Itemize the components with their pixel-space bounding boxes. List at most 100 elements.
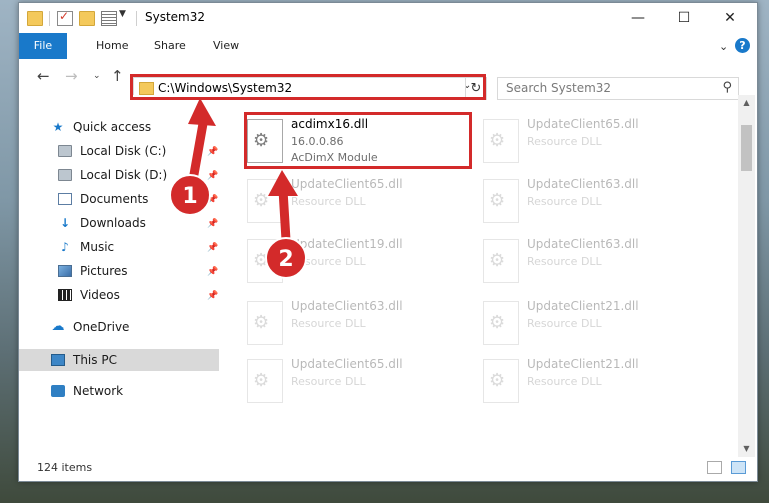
file-description: Resource DLL xyxy=(291,195,366,208)
tab-view[interactable]: View xyxy=(213,33,239,59)
chevron-down-icon[interactable]: ⌄ xyxy=(719,40,728,53)
sidebar-item-label: Downloads xyxy=(80,216,146,230)
file-description: Resource DLL xyxy=(527,375,602,388)
pin-icon: 📌 xyxy=(207,195,219,205)
cloud-icon: ☁ xyxy=(51,319,65,334)
search-box[interactable]: Search System32 ⚲ xyxy=(497,77,739,100)
title-bar: ▼ System32 — ☐ ✕ xyxy=(19,3,757,33)
sidebar-item-label: Documents xyxy=(80,192,149,206)
tab-share[interactable]: Share xyxy=(154,33,186,59)
navigation-pane: ★ Quick access Local Disk (C:) 📌 Local D… xyxy=(19,95,219,457)
dll-file-icon xyxy=(483,179,519,223)
vertical-scrollbar[interactable]: ▲ ▼ xyxy=(738,95,755,457)
scroll-up-icon[interactable]: ▲ xyxy=(738,95,755,111)
close-button[interactable]: ✕ xyxy=(707,3,753,33)
dll-file-icon xyxy=(247,359,283,403)
file-name: UpdateClient21.dll xyxy=(527,357,639,371)
dll-file-icon xyxy=(247,301,283,345)
minimize-button[interactable]: — xyxy=(615,3,661,33)
file-description: Resource DLL xyxy=(527,317,602,330)
pictures-icon xyxy=(58,265,72,277)
divider xyxy=(136,11,137,26)
file-item[interactable]: UpdateClient19.dll Resource DLL xyxy=(247,237,477,295)
file-name: UpdateClient63.dll xyxy=(291,299,403,313)
file-name: UpdateClient65.dll xyxy=(291,177,403,191)
file-description: Resource DLL xyxy=(527,135,602,148)
dll-file-icon xyxy=(483,359,519,403)
pin-icon: 📌 xyxy=(207,243,219,253)
maximize-button[interactable]: ☐ xyxy=(661,3,707,33)
file-name: UpdateClient65.dll xyxy=(527,117,639,131)
back-button[interactable]: ← xyxy=(37,67,50,85)
file-highlight xyxy=(244,112,472,169)
file-item[interactable]: UpdateClient65.dll Resource DLL xyxy=(483,117,713,175)
downloads-icon: ↓ xyxy=(59,216,71,230)
file-description: Resource DLL xyxy=(291,375,366,388)
file-item[interactable]: UpdateClient65.dll Resource DLL xyxy=(247,177,477,235)
file-item[interactable]: UpdateClient21.dll Resource DLL xyxy=(483,299,713,357)
sidebar-item-label: Local Disk (C:) xyxy=(80,144,167,158)
properties-icon[interactable] xyxy=(57,9,73,26)
sidebar-item-label: Network xyxy=(73,384,124,398)
sidebar-item-label: Pictures xyxy=(80,264,128,278)
sidebar-item-label: Local Disk (D:) xyxy=(80,168,168,182)
file-name: UpdateClient63.dll xyxy=(527,177,639,191)
item-count: 124 items xyxy=(37,461,93,474)
dll-file-icon xyxy=(483,301,519,345)
forward-button[interactable]: → xyxy=(65,67,78,85)
drive-icon xyxy=(58,169,72,181)
dll-file-icon xyxy=(483,239,519,283)
recent-locations-icon[interactable]: ⌄ xyxy=(93,71,101,81)
pin-icon: 📌 xyxy=(207,291,219,301)
scroll-down-icon[interactable]: ▼ xyxy=(738,441,755,457)
sidebar-item-label: Videos xyxy=(80,288,120,302)
file-name: UpdateClient21.dll xyxy=(527,299,639,313)
customize-toolbar-icon[interactable]: ▼ xyxy=(119,9,126,19)
network-icon xyxy=(51,385,65,397)
file-item[interactable]: UpdateClient63.dll Resource DLL xyxy=(247,299,477,357)
sidebar-item-label: Music xyxy=(80,240,115,254)
sidebar-item-label: This PC xyxy=(73,353,117,367)
scrollbar-thumb[interactable] xyxy=(741,125,752,171)
file-item[interactable]: UpdateClient63.dll Resource DLL xyxy=(483,237,713,295)
window-title: System32 xyxy=(145,10,206,24)
ribbon: File Home Share View ⌄ ? xyxy=(19,33,757,60)
file-item[interactable]: UpdateClient65.dll Resource DLL xyxy=(247,357,477,415)
search-icon[interactable]: ⚲ xyxy=(722,80,732,95)
pin-icon: 📌 xyxy=(207,147,219,157)
dll-file-icon xyxy=(247,179,283,223)
file-item[interactable]: UpdateClient21.dll Resource DLL xyxy=(483,357,713,415)
new-folder-icon[interactable] xyxy=(79,11,95,26)
pin-icon: 📌 xyxy=(207,267,219,277)
large-icons-view-icon[interactable] xyxy=(731,461,746,474)
drive-icon xyxy=(58,145,72,157)
selection-highlight xyxy=(19,349,219,371)
file-name: UpdateClient19.dll xyxy=(291,237,403,251)
sidebar-item-label: OneDrive xyxy=(73,320,130,334)
computer-icon xyxy=(51,354,65,366)
file-description: Resource DLL xyxy=(291,317,366,330)
music-icon: ♪ xyxy=(61,240,69,254)
status-bar: 124 items xyxy=(19,457,757,481)
star-icon: ★ xyxy=(52,120,64,134)
documents-icon xyxy=(58,193,72,205)
tab-home[interactable]: Home xyxy=(96,33,128,59)
help-icon[interactable]: ? xyxy=(735,38,750,53)
file-name: UpdateClient65.dll xyxy=(291,357,403,371)
details-view-icon[interactable] xyxy=(707,461,722,474)
pin-icon: 📌 xyxy=(207,219,219,229)
videos-icon xyxy=(58,289,72,301)
file-description: Resource DLL xyxy=(527,195,602,208)
up-button[interactable]: ↑ xyxy=(111,67,124,85)
folder-icon xyxy=(27,11,43,26)
file-name: UpdateClient63.dll xyxy=(527,237,639,251)
dll-file-icon xyxy=(483,119,519,163)
file-description: Resource DLL xyxy=(291,255,366,268)
search-input[interactable]: Search System32 xyxy=(506,81,611,95)
divider xyxy=(49,11,50,26)
dll-file-icon xyxy=(247,239,283,283)
pin-icon: 📌 xyxy=(207,171,219,181)
tab-file[interactable]: File xyxy=(19,33,67,59)
file-item[interactable]: UpdateClient63.dll Resource DLL xyxy=(483,177,713,235)
view-icon[interactable] xyxy=(101,11,117,26)
